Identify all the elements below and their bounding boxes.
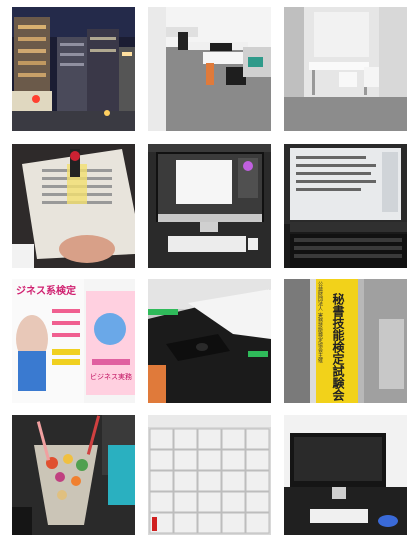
photo-office-desks[interactable] bbox=[148, 7, 271, 131]
banner-title: 秘書技能検定試験会 bbox=[331, 292, 345, 402]
photo-laptop-screen[interactable] bbox=[284, 144, 407, 268]
photo-lockers[interactable] bbox=[148, 415, 271, 535]
banner-small-text: 公益財団法人 実務技能検定協会主催 bbox=[317, 281, 323, 364]
photo-imac-desk[interactable] bbox=[284, 415, 407, 535]
photo-newspaper-highlight[interactable] bbox=[12, 144, 135, 268]
photo-exam-banner[interactable]: 公益財団法人 実務技能検定協会主催 秘書技能検定試験会 bbox=[284, 279, 407, 403]
poster-right-title: ビジネス実務 bbox=[90, 372, 132, 381]
photo-desk-mouse[interactable] bbox=[148, 279, 271, 403]
poster-left-title: ジネス系検定 bbox=[16, 284, 76, 297]
photo-meeting-room[interactable] bbox=[284, 7, 407, 131]
photo-grid: ジネス系検定 ビジネス実務 公益財団法人 実務技能検定協会主催 秘書技能検定試験… bbox=[12, 7, 407, 535]
photo-imac-desktop[interactable] bbox=[148, 144, 271, 268]
photo-business-exam-posters[interactable]: ジネス系検定 ビジネス実務 bbox=[12, 279, 135, 403]
photo-snack-cup[interactable] bbox=[12, 415, 135, 535]
photo-night-street[interactable] bbox=[12, 7, 135, 131]
